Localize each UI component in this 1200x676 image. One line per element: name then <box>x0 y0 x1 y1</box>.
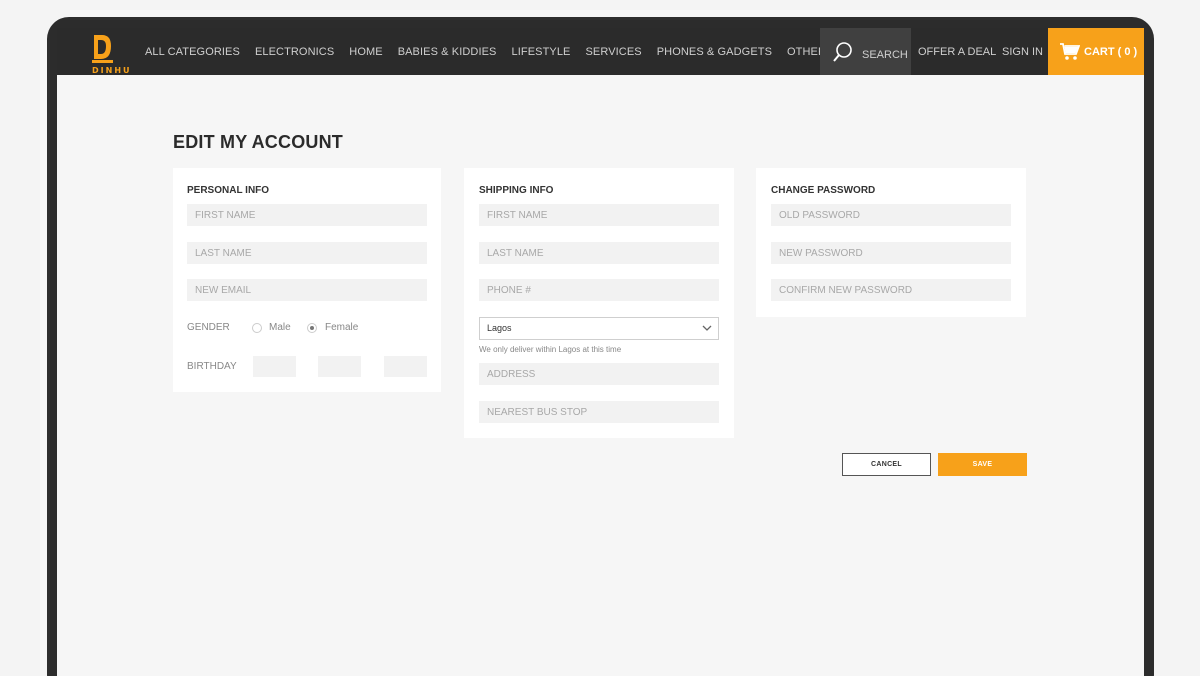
category-nav: ALL CATEGORIES ELECTRONICS HOME BABIES &… <box>145 28 848 75</box>
bus-stop-input[interactable] <box>479 401 719 423</box>
save-button[interactable]: SAVE <box>938 453 1027 476</box>
new-password-input[interactable] <box>771 242 1011 264</box>
gender-female-radio[interactable] <box>307 323 317 333</box>
birthday-year-select[interactable] <box>384 356 427 377</box>
cart-icon <box>1060 42 1080 60</box>
confirm-password-input[interactable] <box>771 279 1011 301</box>
shipping-info-card: SHIPPING INFO Lagos We only deliver with… <box>464 168 734 438</box>
nav-phones-gadgets[interactable]: PHONES & GADGETS <box>657 46 772 58</box>
birthday-day-select[interactable] <box>253 356 296 377</box>
logo-mark-icon <box>92 35 113 63</box>
change-password-title: CHANGE PASSWORD <box>771 185 876 196</box>
birthday-label: BIRTHDAY <box>187 361 237 372</box>
gender-label: GENDER <box>187 322 230 333</box>
personal-info-title: PERSONAL INFO <box>187 185 270 196</box>
nav-lifestyle[interactable]: LIFESTYLE <box>512 46 571 58</box>
city-note: We only deliver within Lagos at this tim… <box>479 345 622 354</box>
brand-name: DINHU <box>92 66 132 75</box>
sign-in-link[interactable]: SIGN IN <box>1002 28 1043 75</box>
chevron-down-icon <box>702 325 712 331</box>
nav-electronics[interactable]: ELECTRONICS <box>255 46 334 58</box>
shipping-last-name-input[interactable] <box>479 242 719 264</box>
offer-deal-link[interactable]: OFFER A DEAL <box>918 28 996 75</box>
nav-babies-kiddies[interactable]: BABIES & KIDDIES <box>398 46 497 58</box>
gender-male-label: Male <box>269 322 291 333</box>
old-password-input[interactable] <box>771 204 1011 226</box>
gender-male-radio[interactable] <box>252 323 262 333</box>
browser-screen: DINHU ALL CATEGORIES ELECTRONICS HOME BA… <box>57 28 1144 676</box>
brand-logo[interactable]: DINHU <box>74 32 130 75</box>
cart-label: CART ( 0 ) <box>1084 45 1138 58</box>
nav-all-categories[interactable]: ALL CATEGORIES <box>145 46 240 58</box>
page-title: EDIT MY ACCOUNT <box>173 132 344 152</box>
cancel-button[interactable]: CANCEL <box>842 453 931 476</box>
nav-services[interactable]: SERVICES <box>585 46 641 58</box>
cart-button[interactable]: CART ( 0 ) <box>1048 28 1144 75</box>
personal-last-name-input[interactable] <box>187 242 427 264</box>
gender-female-label: Female <box>325 322 359 333</box>
top-nav: DINHU ALL CATEGORIES ELECTRONICS HOME BA… <box>57 28 1144 75</box>
phone-input[interactable] <box>479 279 719 301</box>
change-password-card: CHANGE PASSWORD <box>756 168 1026 317</box>
shipping-first-name-input[interactable] <box>479 204 719 226</box>
personal-first-name-input[interactable] <box>187 204 427 226</box>
search-label: SEARCH <box>862 48 908 61</box>
new-email-input[interactable] <box>187 279 427 301</box>
personal-info-card: PERSONAL INFO GENDER Male Female BIRTHDA… <box>173 168 441 392</box>
birthday-month-select[interactable] <box>318 356 361 377</box>
search-icon <box>833 41 852 62</box>
city-select-value: Lagos <box>487 323 512 333</box>
address-input[interactable] <box>479 363 719 385</box>
shipping-info-title: SHIPPING INFO <box>479 185 554 196</box>
city-select[interactable]: Lagos <box>479 317 719 340</box>
search-button[interactable]: SEARCH <box>820 28 911 75</box>
nav-home[interactable]: HOME <box>349 46 382 58</box>
